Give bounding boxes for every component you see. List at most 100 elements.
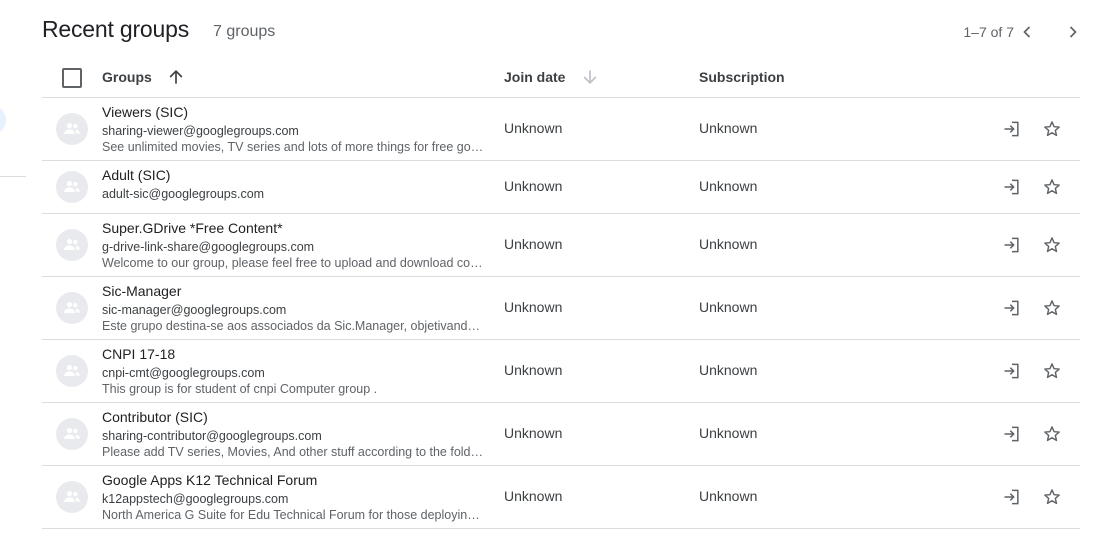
nav-highlight bbox=[0, 106, 6, 134]
join-date-cell: Unknown bbox=[504, 236, 563, 252]
subscription-cell: Unknown bbox=[699, 488, 758, 504]
group-row[interactable]: CNPI 17-18 cnpi-cmt@googlegroups.com Thi… bbox=[42, 340, 1080, 403]
login-icon bbox=[1004, 300, 1019, 316]
favorite-button[interactable] bbox=[1040, 175, 1064, 199]
login-icon bbox=[1004, 426, 1019, 442]
group-email: g-drive-link-share@googlegroups.com bbox=[102, 240, 315, 254]
group-icon bbox=[64, 428, 80, 439]
join-group-button[interactable] bbox=[1000, 175, 1024, 199]
group-description: Este grupo destina-se aos associados da … bbox=[102, 319, 481, 333]
group-icon bbox=[64, 239, 80, 250]
group-email: sharing-contributor@googlegroups.com bbox=[102, 429, 322, 443]
login-icon bbox=[1004, 237, 1019, 253]
group-email: k12appstech@googlegroups.com bbox=[102, 492, 289, 506]
join-date-cell: Unknown bbox=[504, 425, 563, 441]
pagination-range: 1–7 of 7 bbox=[963, 24, 1014, 40]
group-icon bbox=[64, 491, 80, 502]
join-date-cell: Unknown bbox=[504, 299, 563, 315]
star-icon bbox=[1044, 426, 1060, 442]
group-description: Welcome to our group, please feel free t… bbox=[102, 256, 483, 270]
group-name[interactable]: Google Apps K12 Technical Forum bbox=[102, 472, 317, 488]
join-group-button[interactable] bbox=[1000, 485, 1024, 509]
star-icon bbox=[1044, 237, 1060, 253]
star-icon bbox=[1044, 121, 1060, 137]
login-icon bbox=[1004, 489, 1019, 505]
next-page-button[interactable] bbox=[1061, 20, 1085, 44]
join-date-cell: Unknown bbox=[504, 488, 563, 504]
chevron-right-icon bbox=[1069, 26, 1077, 38]
group-description: North America G Suite for Edu Technical … bbox=[102, 508, 480, 522]
previous-page-button[interactable] bbox=[1015, 20, 1039, 44]
favorite-button[interactable] bbox=[1040, 422, 1064, 446]
subscription-cell: Unknown bbox=[699, 120, 758, 136]
star-icon bbox=[1044, 179, 1060, 195]
subscription-cell: Unknown bbox=[699, 425, 758, 441]
group-row[interactable]: Super.GDrive *Free Content* g-drive-link… bbox=[42, 214, 1080, 277]
login-icon bbox=[1004, 179, 1019, 195]
group-avatar bbox=[56, 355, 88, 387]
group-icon bbox=[64, 123, 80, 134]
subscription-cell: Unknown bbox=[699, 362, 758, 378]
star-icon bbox=[1044, 300, 1060, 316]
group-avatar bbox=[56, 292, 88, 324]
group-description: This group is for student of cnpi Comput… bbox=[102, 382, 378, 396]
favorite-button[interactable] bbox=[1040, 296, 1064, 320]
groups-list: Viewers (SIC) sharing-viewer@googlegroup… bbox=[42, 98, 1080, 529]
group-email: sic-manager@googlegroups.com bbox=[102, 303, 287, 317]
group-email: sharing-viewer@googlegroups.com bbox=[102, 124, 299, 138]
group-name[interactable]: Contributor (SIC) bbox=[102, 409, 208, 425]
group-row[interactable]: Sic-Manager sic-manager@googlegroups.com… bbox=[42, 277, 1080, 340]
select-all-checkbox[interactable] bbox=[62, 68, 82, 88]
group-avatar bbox=[56, 481, 88, 513]
group-icon bbox=[64, 302, 80, 313]
join-date-cell: Unknown bbox=[504, 178, 563, 194]
group-email: adult-sic@googlegroups.com bbox=[102, 187, 265, 201]
star-icon bbox=[1044, 489, 1060, 505]
group-row[interactable]: Contributor (SIC) sharing-contributor@go… bbox=[42, 403, 1080, 466]
login-icon bbox=[1004, 363, 1019, 379]
subscription-cell: Unknown bbox=[699, 178, 758, 194]
chevron-left-icon bbox=[1023, 26, 1031, 38]
group-avatar bbox=[56, 113, 88, 145]
group-name[interactable]: Super.GDrive *Free Content* bbox=[102, 220, 283, 236]
favorite-button[interactable] bbox=[1040, 359, 1064, 383]
group-row[interactable]: Google Apps K12 Technical Forum k12appst… bbox=[42, 466, 1080, 529]
arrow-up-icon[interactable] bbox=[166, 67, 186, 87]
join-group-button[interactable] bbox=[1000, 422, 1024, 446]
join-date-cell: Unknown bbox=[504, 362, 563, 378]
nav-divider bbox=[0, 176, 26, 177]
group-description: See unlimited movies, TV series and lots… bbox=[102, 140, 484, 154]
join-group-button[interactable] bbox=[1000, 233, 1024, 257]
group-count: 7 groups bbox=[213, 23, 276, 40]
group-name[interactable]: Sic-Manager bbox=[102, 283, 181, 299]
join-date-cell: Unknown bbox=[504, 120, 563, 136]
group-avatar bbox=[56, 418, 88, 450]
login-icon bbox=[1004, 121, 1019, 137]
group-name[interactable]: Viewers (SIC) bbox=[102, 104, 188, 120]
join-group-button[interactable] bbox=[1000, 359, 1024, 383]
join-group-button[interactable] bbox=[1000, 117, 1024, 141]
join-group-button[interactable] bbox=[1000, 296, 1024, 320]
arrow-down-icon[interactable] bbox=[580, 67, 600, 87]
favorite-button[interactable] bbox=[1040, 233, 1064, 257]
group-icon bbox=[64, 181, 80, 192]
group-email: cnpi-cmt@googlegroups.com bbox=[102, 366, 265, 380]
group-name[interactable]: Adult (SIC) bbox=[102, 167, 170, 183]
subscription-cell: Unknown bbox=[699, 236, 758, 252]
column-header-subscription[interactable]: Subscription bbox=[699, 69, 785, 85]
table-header: Groups Join date Subscription bbox=[42, 58, 1080, 98]
column-header-join-date[interactable]: Join date bbox=[504, 69, 565, 85]
column-header-groups[interactable]: Groups bbox=[102, 69, 152, 85]
group-description: Please add TV series, Movies, And other … bbox=[102, 445, 483, 459]
group-avatar bbox=[56, 229, 88, 261]
favorite-button[interactable] bbox=[1040, 117, 1064, 141]
group-row[interactable]: Viewers (SIC) sharing-viewer@googlegroup… bbox=[42, 98, 1080, 161]
subscription-cell: Unknown bbox=[699, 299, 758, 315]
star-icon bbox=[1044, 363, 1060, 379]
page-title: Recent groups bbox=[42, 16, 189, 42]
group-avatar bbox=[56, 171, 88, 203]
favorite-button[interactable] bbox=[1040, 485, 1064, 509]
group-name[interactable]: CNPI 17-18 bbox=[102, 346, 175, 362]
group-row[interactable]: Adult (SIC) adult-sic@googlegroups.com U… bbox=[42, 161, 1080, 214]
page-header: Recent groups 7 groups 1–7 of 7 bbox=[42, 14, 1081, 50]
